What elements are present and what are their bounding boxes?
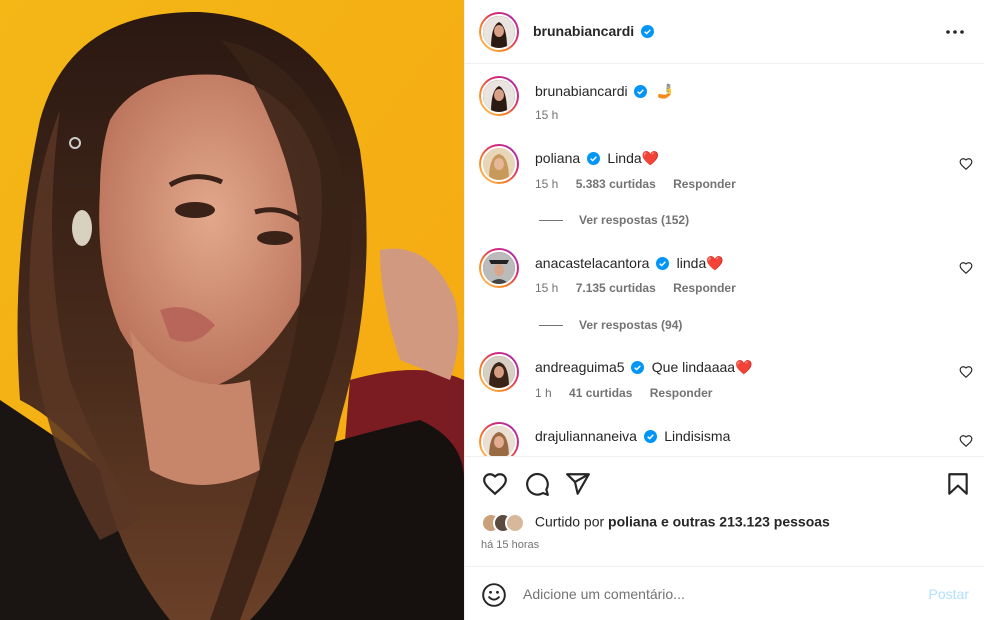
post-photo[interactable]	[0, 0, 464, 620]
verified-badge-icon	[656, 257, 670, 270]
comment-icon[interactable]	[524, 471, 550, 497]
comment-avatar[interactable]	[479, 422, 519, 456]
comment-meta: 1 h 41 curtidas Responder	[535, 386, 712, 400]
comment-input[interactable]	[523, 583, 903, 605]
comment-likes[interactable]: 5.383 curtidas	[576, 177, 656, 191]
comment-line: drajuliannaneiva Lindisisma	[535, 428, 730, 444]
comment-line: poliana Linda❤️	[535, 150, 659, 167]
author-username[interactable]: brunabiancardi	[533, 23, 634, 39]
liked-by[interactable]: Curtido por poliana e outras 213.123 pes…	[481, 513, 830, 533]
like-icon[interactable]	[482, 471, 508, 497]
comment-text: Que lindaaaa	[651, 359, 736, 375]
comment-meta: 15 h 5.383 curtidas Responder	[535, 177, 736, 191]
heart-emoji: ❤️	[641, 150, 660, 166]
comment-likes[interactable]: 7.135 curtidas	[576, 281, 656, 295]
comment-username[interactable]: anacastelacantora	[535, 255, 649, 271]
reply-button[interactable]: Responder	[673, 177, 736, 191]
comment-line: andreaguima5 Que lindaaaa❤️	[535, 359, 753, 376]
reply-button[interactable]: Responder	[650, 386, 713, 400]
caption-emoji: 🤳	[656, 83, 675, 99]
emoji-icon[interactable]	[481, 582, 507, 608]
comment-username[interactable]: andreaguima5	[535, 359, 625, 375]
reply-button[interactable]: Responder	[673, 281, 736, 295]
bookmark-icon[interactable]	[945, 471, 971, 497]
liked-by-user[interactable]: poliana	[608, 514, 657, 530]
caption-avatar[interactable]	[479, 76, 519, 116]
like-comment-icon[interactable]	[959, 434, 973, 448]
comment-meta: 15 h 7.135 curtidas Responder	[535, 281, 736, 295]
post-panel: brunabiancardi brunabiancardi 🤳 15 h pol…	[464, 0, 984, 620]
view-replies[interactable]: Ver respostas (94)	[539, 318, 682, 332]
more-options-icon[interactable]	[943, 22, 967, 42]
post-header: brunabiancardi	[465, 0, 984, 64]
comment-time: 15 h	[535, 281, 559, 295]
verified-badge-icon	[640, 25, 654, 38]
comment-avatar[interactable]	[479, 144, 519, 184]
share-icon[interactable]	[565, 471, 591, 497]
comment-text: Linda	[607, 150, 642, 166]
like-comment-icon[interactable]	[959, 157, 973, 171]
liked-by-prefix: Curtido por	[534, 513, 605, 530]
caption-line: brunabiancardi 🤳	[535, 83, 674, 100]
comment-avatar[interactable]	[479, 248, 519, 288]
comment-text: Lindisisma	[664, 428, 731, 444]
post-actions: Curtido por poliana e outras 213.123 pes…	[465, 456, 984, 566]
verified-badge-icon	[631, 361, 645, 374]
verified-badge-icon	[634, 85, 648, 98]
view-replies-label[interactable]: Ver respostas (152)	[579, 213, 689, 227]
post-time: há 15 horas	[481, 539, 540, 551]
comments-list[interactable]: brunabiancardi 🤳 15 h poliana Linda❤️ 15…	[465, 64, 984, 456]
comment-time: 1 h	[535, 386, 552, 400]
heart-emoji: ❤️	[735, 359, 753, 375]
like-comment-icon[interactable]	[959, 365, 973, 379]
view-replies-label[interactable]: Ver respostas (94)	[579, 318, 682, 332]
comment-time: 15 h	[535, 177, 559, 191]
comment-avatar[interactable]	[479, 352, 519, 392]
post-image	[0, 0, 464, 620]
post-comment-button[interactable]: Postar	[929, 586, 969, 602]
comment-username[interactable]: poliana	[535, 150, 580, 166]
verified-badge-icon	[643, 430, 657, 443]
comment-likes[interactable]: 41 curtidas	[569, 386, 632, 400]
author-avatar[interactable]	[479, 12, 519, 52]
liked-by-others[interactable]: e outras 213.123 pessoas	[661, 514, 830, 530]
like-comment-icon[interactable]	[959, 261, 973, 275]
comment-line: anacastelacantora linda❤️	[535, 255, 724, 272]
liker-avatar	[505, 513, 525, 533]
comment-text: linda	[676, 255, 707, 271]
caption-time: 15 h	[535, 108, 559, 122]
caption-username[interactable]: brunabiancardi	[535, 83, 628, 99]
view-replies[interactable]: Ver respostas (152)	[539, 213, 689, 227]
comment-username[interactable]: drajuliannaneiva	[535, 428, 637, 444]
heart-emoji: ❤️	[706, 255, 724, 271]
verified-badge-icon	[586, 152, 600, 165]
add-comment-bar: Postar	[465, 566, 984, 620]
